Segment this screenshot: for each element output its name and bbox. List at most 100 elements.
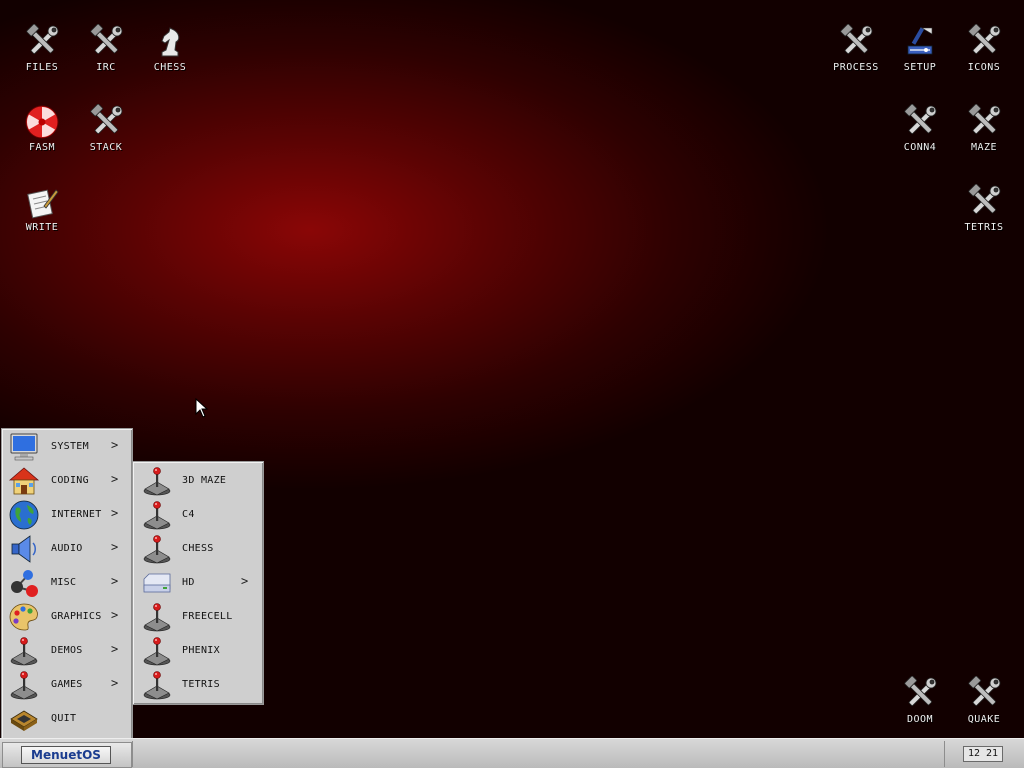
- start-button[interactable]: MenuetOS: [2, 742, 132, 768]
- menu-item-label: SYSTEM: [51, 441, 89, 452]
- tools-icon: [966, 676, 1002, 712]
- submenu-item-3d-maze[interactable]: 3D MAZE: [133, 464, 263, 498]
- tools-icon: [966, 184, 1002, 220]
- desktop-icon-icons[interactable]: ICONS: [952, 22, 1016, 86]
- menu-item-label: AUDIO: [51, 543, 83, 554]
- clock: 12 21: [963, 746, 1003, 762]
- monitor-icon: [10, 433, 38, 461]
- desktop-icon-chess[interactable]: CHESS: [138, 22, 202, 86]
- taskbar: MenuetOS 12 21: [0, 738, 1024, 768]
- joystick-icon: [141, 533, 173, 565]
- joystick-icon: [141, 465, 173, 497]
- submenu-item-chess[interactable]: CHESS: [133, 532, 263, 566]
- submenu-item-tetris[interactable]: TETRIS: [133, 668, 263, 702]
- menu-item-label: GAMES: [51, 679, 83, 690]
- desktop-icon-label: ICONS: [967, 62, 1001, 73]
- menu-item-label: CODING: [51, 475, 89, 486]
- desktop-icon-label: PROCESS: [833, 62, 879, 73]
- menu-item-label: INTERNET: [51, 509, 102, 520]
- menu-item-quit[interactable]: QUIT: [2, 702, 132, 736]
- menu-item-label: MISC: [51, 577, 77, 588]
- desktop-icon-stack[interactable]: STACK: [74, 102, 138, 166]
- desktop-icon-label: QUAKE: [967, 714, 1001, 725]
- menu-item-label: QUIT: [51, 713, 77, 724]
- submenu-arrow-icon: >: [111, 472, 119, 486]
- mouse-cursor-icon: [195, 398, 209, 418]
- chip-icon: [10, 710, 38, 731]
- desktop-icon-conn4[interactable]: CONN4: [888, 102, 952, 166]
- desktop-icon-quake[interactable]: QUAKE: [952, 674, 1016, 738]
- joystick-icon: [141, 499, 173, 531]
- submenu-item-label: C4: [182, 509, 195, 520]
- joystick-icon: [8, 635, 40, 667]
- submenu-arrow-icon: >: [111, 574, 119, 588]
- tools-icon: [88, 104, 124, 140]
- submenu-arrow-icon: >: [111, 608, 119, 622]
- desktop-icon-label: CONN4: [903, 142, 937, 153]
- desktop-icon-fasm[interactable]: FASM: [10, 102, 74, 166]
- desktop-icon-doom[interactable]: DOOM: [888, 674, 952, 738]
- submenu-item-label: FREECELL: [182, 611, 233, 622]
- desktop-icon-label: DOOM: [906, 714, 934, 725]
- tools-icon: [902, 676, 938, 712]
- tools-icon: [24, 24, 60, 60]
- tools-icon: [966, 24, 1002, 60]
- submenu-item-label: HD: [182, 577, 195, 588]
- submenu-arrow-icon: >: [111, 642, 119, 656]
- desktop-icon-label: STACK: [89, 142, 123, 153]
- menu-item-misc[interactable]: MISC >: [2, 566, 132, 600]
- desktop-icon-label: FILES: [25, 62, 59, 73]
- menu-item-graphics[interactable]: GRAPHICS >: [2, 600, 132, 634]
- desktop-icon-setup[interactable]: SETUP: [888, 22, 952, 86]
- globe-icon: [9, 500, 39, 530]
- radiation-icon: [25, 105, 59, 139]
- submenu-item-label: 3D MAZE: [182, 475, 227, 486]
- submenu-arrow-icon: >: [111, 506, 119, 520]
- submenu-item-label: TETRIS: [182, 679, 220, 690]
- molecule-icon: [11, 570, 38, 597]
- desktop-icon-maze[interactable]: MAZE: [952, 102, 1016, 166]
- menu-item-label: GRAPHICS: [51, 611, 102, 622]
- setup-icon: [907, 27, 933, 55]
- desktop-icon-label: FASM: [28, 142, 56, 153]
- desktop-icon-label: SETUP: [903, 62, 937, 73]
- speaker-icon: [11, 535, 36, 563]
- submenu-item-c4[interactable]: C4: [133, 498, 263, 532]
- desktop-icon-tetris[interactable]: TETRIS: [952, 182, 1016, 246]
- chess-knight-icon: [161, 27, 180, 57]
- desktop-icon-label: CHESS: [153, 62, 187, 73]
- submenu-item-freecell[interactable]: FREECELL: [133, 600, 263, 634]
- submenu-arrow-icon: >: [111, 540, 119, 554]
- start-button-label: MenuetOS: [21, 746, 111, 764]
- taskbar-divider: [944, 741, 945, 767]
- joystick-icon: [141, 635, 173, 667]
- menu-item-system[interactable]: SYSTEM >: [2, 430, 132, 464]
- submenu-item-hd[interactable]: HD >: [133, 566, 263, 600]
- taskbar-divider: [132, 741, 133, 767]
- menu-item-internet[interactable]: INTERNET >: [2, 498, 132, 532]
- desktop-icon-files[interactable]: FILES: [10, 22, 74, 86]
- submenu-arrow-icon: >: [111, 438, 119, 452]
- joystick-icon: [8, 669, 40, 701]
- joystick-icon: [141, 669, 173, 701]
- tools-icon: [902, 104, 938, 140]
- menu-item-games[interactable]: GAMES >: [2, 668, 132, 702]
- games-submenu: 3D MAZE C4 CHESS HD > FREECELL PHENIX TE…: [132, 461, 264, 705]
- desktop-icon-process[interactable]: PROCESS: [824, 22, 888, 86]
- start-menu: SYSTEM > CODING > INTERNET > AUDIO > MIS…: [1, 428, 133, 740]
- palette-icon: [9, 603, 38, 631]
- desktop-icon-label: IRC: [96, 62, 116, 73]
- menu-item-audio[interactable]: AUDIO >: [2, 532, 132, 566]
- desktop-icon-label: TETRIS: [964, 222, 1004, 233]
- menu-item-coding[interactable]: CODING >: [2, 464, 132, 498]
- submenu-item-label: PHENIX: [182, 645, 220, 656]
- desktop-icon-irc[interactable]: IRC: [74, 22, 138, 86]
- menu-item-label: DEMOS: [51, 645, 83, 656]
- tools-icon: [838, 24, 874, 60]
- menu-item-demos[interactable]: DEMOS >: [2, 634, 132, 668]
- submenu-arrow-icon: >: [241, 574, 249, 588]
- submenu-item-phenix[interactable]: PHENIX: [133, 634, 263, 668]
- submenu-arrow-icon: >: [111, 676, 119, 690]
- desktop-icon-write[interactable]: WRITE: [10, 182, 74, 246]
- submenu-item-label: CHESS: [182, 543, 214, 554]
